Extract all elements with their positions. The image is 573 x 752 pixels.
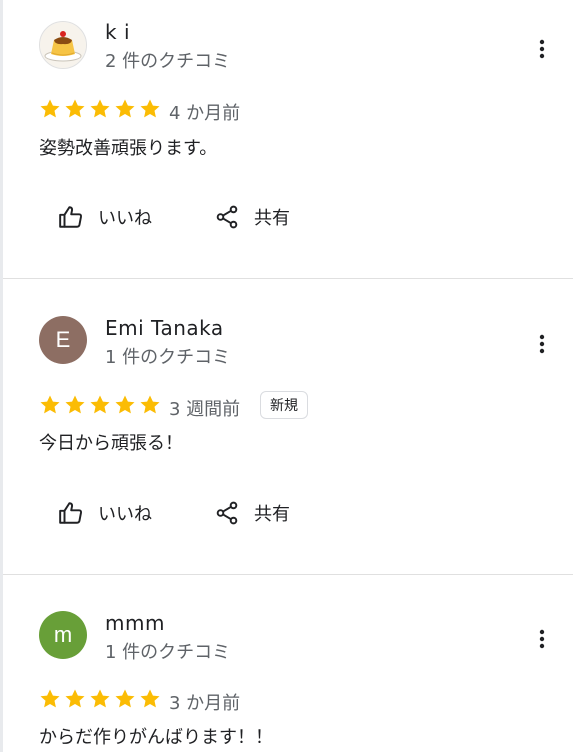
review-count: 2 件のクチコミ [105,51,231,72]
more-vert-icon [539,39,545,59]
divider [3,278,573,279]
star-icon [115,689,135,708]
star-icon [90,99,110,118]
review-time: 3 週間前 [169,399,241,420]
thumb-up-icon [58,204,84,230]
more-vert-icon [539,629,545,649]
left-edge [0,0,3,752]
star-icon [115,395,135,414]
share-button[interactable]: 共有 [214,500,290,526]
star-rating [38,687,162,711]
reviewer-name[interactable]: Emi Tanaka [105,316,224,340]
star-icon [90,689,110,708]
share-label: 共有 [254,504,290,525]
like-label: いいね [98,504,152,525]
star-icon [65,395,85,414]
new-badge: 新規 [260,391,308,419]
review-count: 1 件のクチコミ [105,347,231,368]
star-icon [40,395,60,414]
review-time: 4 か月前 [169,103,241,124]
star-icon [140,689,160,708]
more-vert-icon [539,334,545,354]
star-icon [40,99,60,118]
reviewer-name[interactable]: k i [105,20,130,44]
review-count: 1 件のクチコミ [105,642,231,663]
star-icon [140,99,160,118]
star-icon [115,99,135,118]
more-options-button[interactable] [528,35,556,63]
star-rating [38,393,162,417]
pudding-icon [40,22,86,68]
review-text: からだ作りがんばります！！ [39,727,273,748]
thumb-up-icon [58,500,84,526]
avatar[interactable]: E [39,316,87,364]
star-icon [40,689,60,708]
review-time: 3 か月前 [169,693,241,714]
star-icon [65,99,85,118]
like-label: いいね [98,208,152,229]
reviewer-name[interactable]: mmm [105,611,165,635]
share-button[interactable]: 共有 [214,204,290,230]
share-icon [214,500,240,526]
review-text: 姿勢改善頑張ります。 [39,138,218,159]
avatar[interactable] [39,21,87,69]
more-options-button[interactable] [528,625,556,653]
star-icon [140,395,160,414]
avatar[interactable]: m [39,611,87,659]
more-options-button[interactable] [528,330,556,358]
star-icon [90,395,110,414]
share-label: 共有 [254,208,290,229]
like-button[interactable]: いいね [58,204,152,230]
review-text: 今日から頑張る！ [39,433,183,454]
avatar-initial: m [53,622,73,647]
star-rating [38,97,162,121]
like-button[interactable]: いいね [58,500,152,526]
avatar-initial: E [55,327,71,352]
share-icon [214,204,240,230]
divider [3,574,573,575]
star-icon [65,689,85,708]
